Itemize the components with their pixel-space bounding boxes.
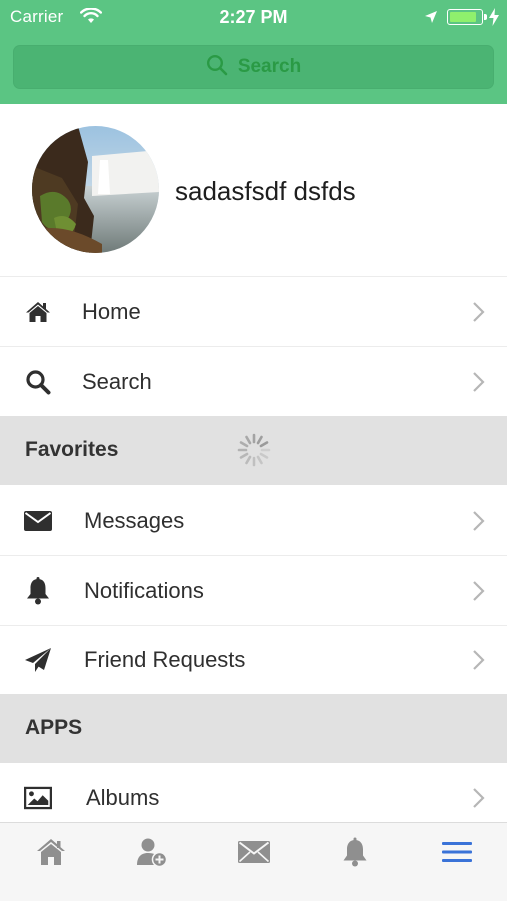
section-title: Favorites <box>25 438 119 461</box>
avatar[interactable] <box>32 126 159 253</box>
bell-icon <box>24 576 52 605</box>
menu-item-label: Friend Requests <box>84 647 246 672</box>
menu-item-friend-requests[interactable]: Friend Requests <box>0 626 507 695</box>
menu-item-label: Messages <box>84 507 185 533</box>
menu-item-notifications[interactable]: Notifications <box>0 556 507 626</box>
tab-bar <box>0 822 507 901</box>
mail-icon <box>237 840 270 869</box>
menu-item-messages[interactable]: Messages <box>0 486 507 556</box>
profile-header[interactable]: sadasfsdf dsfds <box>0 104 507 277</box>
picture-icon <box>24 784 52 812</box>
search-icon <box>206 54 228 81</box>
menu-item-search[interactable]: Search <box>0 347 507 417</box>
chevron-right-icon <box>471 301 485 323</box>
home-icon <box>24 298 52 326</box>
chevron-right-icon <box>471 580 485 602</box>
location-arrow-icon <box>424 10 438 29</box>
chevron-right-icon <box>471 787 485 809</box>
menu-item-label: Albums <box>86 784 160 810</box>
chevron-right-icon <box>471 649 485 671</box>
tab-add-friend[interactable] <box>101 823 202 885</box>
section-header-apps: APPS <box>0 694 507 763</box>
battery-icon <box>447 9 487 25</box>
search-icon <box>24 368 52 396</box>
menu-icon <box>441 840 473 869</box>
menu-item-label: Search <box>82 368 152 394</box>
add-friend-icon <box>136 837 168 872</box>
tab-messages[interactable] <box>203 823 304 885</box>
search-bar[interactable]: Search <box>13 45 494 89</box>
menu-item-label: Home <box>82 298 141 324</box>
status-bar: Carrier 2:27 PM <box>0 0 507 36</box>
menu-item-home[interactable]: Home <box>0 277 507 347</box>
search-bar-label: Search <box>237 56 302 77</box>
section-title: APPS <box>25 716 83 739</box>
home-icon <box>36 838 66 871</box>
tab-menu[interactable] <box>406 823 507 885</box>
chevron-right-icon <box>471 371 485 393</box>
envelope-icon <box>24 507 52 535</box>
tab-home[interactable] <box>0 823 101 885</box>
bell-icon <box>341 837 369 872</box>
paper-plane-icon <box>24 646 52 674</box>
chevron-right-icon <box>471 510 485 532</box>
loading-spinner-icon <box>236 432 272 468</box>
menu-item-label: Notifications <box>84 577 204 603</box>
charging-bolt-icon <box>489 8 499 31</box>
header: Carrier 2:27 PM Search <box>0 0 507 104</box>
tab-notifications[interactable] <box>304 823 405 885</box>
profile-name: sadasfsdf dsfds <box>175 176 356 206</box>
